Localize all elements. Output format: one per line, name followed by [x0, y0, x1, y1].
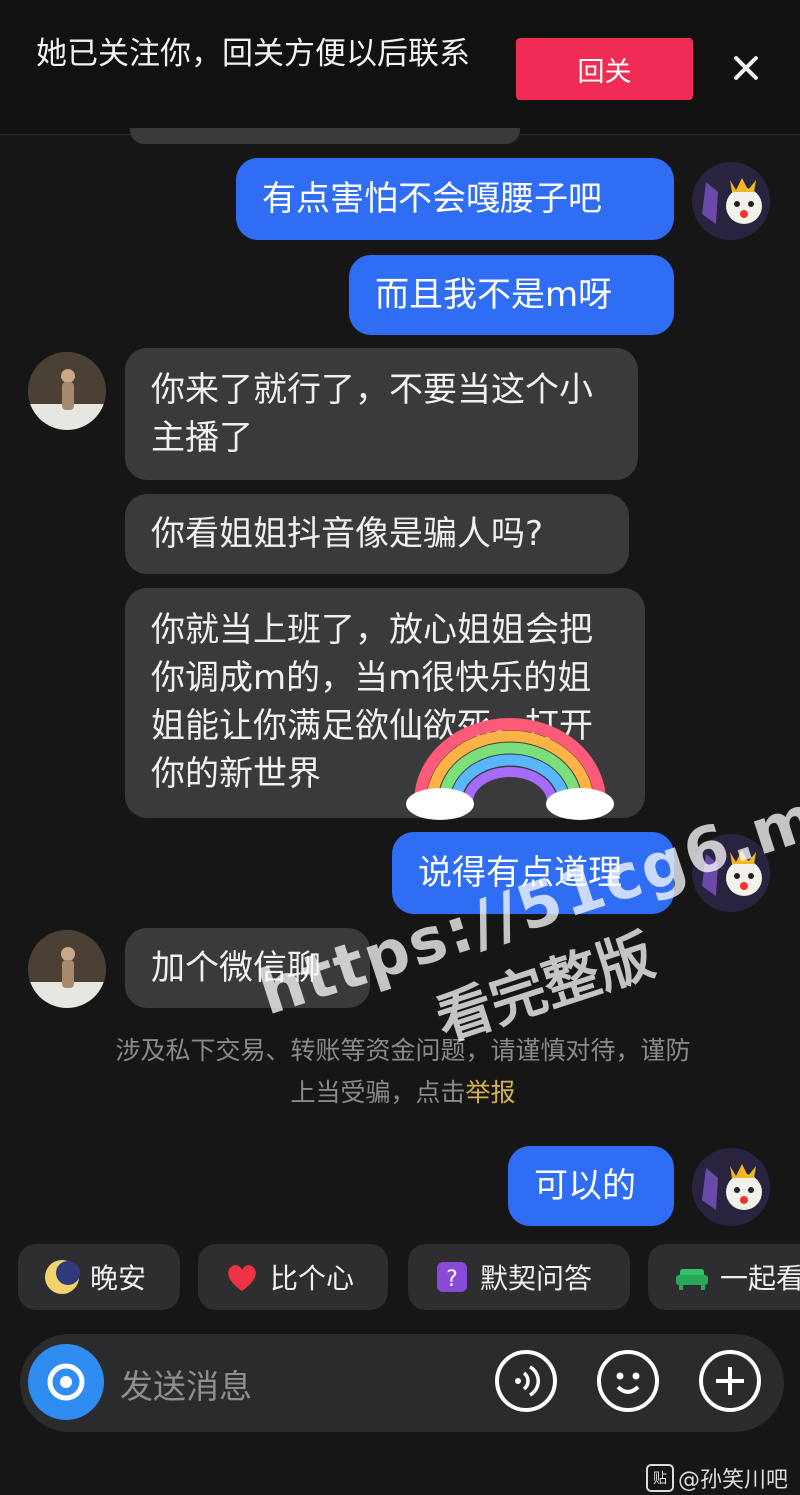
- quick-reply-quiz[interactable]: ? 默契问答: [408, 1244, 630, 1310]
- message-bubble-incoming[interactable]: 你看姐姐抖音像是骗人吗?: [125, 494, 629, 574]
- voice-button[interactable]: [494, 1349, 558, 1413]
- jester-avatar-icon: [692, 834, 770, 912]
- my-avatar[interactable]: [692, 834, 770, 912]
- quick-reply-heart[interactable]: 比个心: [198, 1244, 388, 1310]
- tieba-logo-icon: 贴: [645, 1464, 674, 1492]
- contact-avatar[interactable]: [28, 930, 106, 1008]
- emoji-button[interactable]: [596, 1349, 660, 1413]
- emoji-icon: [597, 1350, 659, 1412]
- quick-reply-label: 默契问答: [480, 1262, 593, 1295]
- message-bubble-outgoing[interactable]: 可以的: [508, 1146, 674, 1226]
- quick-reply-watch-together[interactable]: 一起看: [648, 1244, 800, 1310]
- message-input-bar: 发送消息: [20, 1334, 784, 1432]
- contact-photo-icon: [28, 352, 106, 430]
- my-avatar[interactable]: [692, 162, 770, 240]
- quick-reply-label: 一起看: [720, 1262, 800, 1295]
- quick-reply-label: 晚安: [90, 1262, 147, 1295]
- camera-icon: [47, 1363, 85, 1401]
- svg-text:?: ?: [446, 1267, 458, 1292]
- sofa-icon: [676, 1269, 708, 1290]
- moon-icon: [45, 1260, 80, 1294]
- contact-photo-icon: [28, 930, 106, 1008]
- source-credit-text: @孙笑川吧: [677, 1468, 788, 1493]
- safety-notice: 涉及私下交易、转账等资金问题，请谨慎对待，谨防上当受骗，点击举报: [108, 1030, 698, 1114]
- heart-icon: [228, 1265, 256, 1291]
- camera-button[interactable]: [28, 1344, 104, 1420]
- previous-message-edge: [130, 128, 520, 144]
- message-input[interactable]: 发送消息: [120, 1360, 252, 1408]
- contact-avatar[interactable]: [28, 352, 106, 430]
- quick-reply-label: 比个心: [270, 1262, 355, 1295]
- message-bubble-incoming[interactable]: 你来了就行了，不要当这个小主播了: [125, 348, 638, 480]
- jester-avatar-icon: [692, 162, 770, 240]
- follow-back-banner: 她已关注你，回关方便以后联系 回关: [0, 0, 800, 135]
- message-bubble-incoming[interactable]: 加个微信聊: [125, 928, 370, 1008]
- message-bubble-outgoing[interactable]: 而且我不是m呀: [349, 255, 674, 335]
- message-bubble-outgoing[interactable]: 说得有点道理: [392, 832, 674, 914]
- question-icon: ?: [437, 1262, 467, 1292]
- more-button[interactable]: [698, 1349, 762, 1413]
- plus-icon: [699, 1350, 761, 1412]
- close-icon[interactable]: [728, 50, 764, 86]
- quick-reply-goodnight[interactable]: 晚安: [18, 1244, 180, 1310]
- rainbow-sticker-icon: [406, 718, 614, 820]
- my-avatar[interactable]: [692, 1148, 770, 1226]
- jester-avatar-icon: [692, 1148, 770, 1226]
- report-link[interactable]: 举报: [466, 1078, 516, 1107]
- source-credit: 贴 @孙笑川吧: [645, 1462, 788, 1494]
- voice-icon: [495, 1350, 557, 1412]
- follow-back-button[interactable]: 回关: [516, 38, 693, 100]
- banner-text: 她已关注你，回关方便以后联系: [36, 36, 470, 72]
- safety-notice-text: 涉及私下交易、转账等资金问题，请谨慎对待，谨防上当受骗，点击: [115, 1036, 691, 1107]
- message-bubble-outgoing[interactable]: 有点害怕不会嘎腰子吧: [236, 158, 674, 240]
